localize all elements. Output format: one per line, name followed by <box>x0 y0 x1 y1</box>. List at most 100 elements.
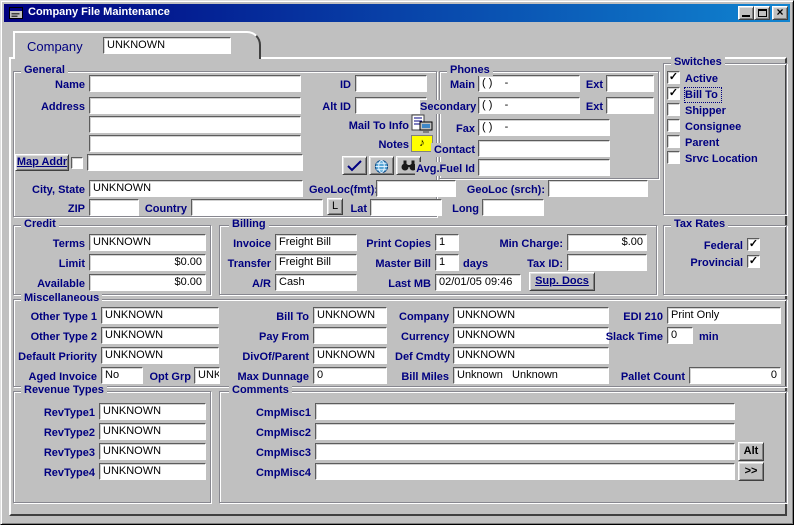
check-icon: ✓ <box>669 87 678 99</box>
currency-field[interactable]: UNKNOWN <box>453 327 609 344</box>
more-button[interactable]: >> <box>738 462 764 481</box>
invoice-field[interactable]: Freight Bill <box>275 234 357 251</box>
mail-to-info-label: Mail To Info <box>331 119 409 133</box>
maximize-icon <box>758 9 767 17</box>
geocode-button[interactable] <box>369 156 394 175</box>
revtype1-field[interactable]: UNKNOWN <box>99 403 206 420</box>
edi210-field[interactable]: Print Only <box>667 307 781 324</box>
opt-grp-field[interactable]: UNKNOWN <box>194 367 220 384</box>
switch-srvc-location-label: Srvc Location <box>685 152 781 166</box>
limit-label: Limit <box>41 257 85 271</box>
check-icon: ✓ <box>669 71 678 83</box>
contact-field[interactable] <box>478 140 610 157</box>
bill-miles-field[interactable]: Unknown Unknown <box>453 367 609 384</box>
geoloc-srch-field[interactable] <box>548 180 648 197</box>
zip-field[interactable] <box>89 199 139 216</box>
max-dunnage-field[interactable]: 0 <box>313 367 387 384</box>
switch-parent-checkbox[interactable] <box>667 135 680 148</box>
verify-button[interactable] <box>342 156 367 175</box>
slack-time-field[interactable]: 0 <box>667 327 693 344</box>
maximize-button[interactable] <box>754 6 770 20</box>
secondary-phone-field[interactable]: ( ) - <box>478 97 580 114</box>
company-tab-label: Company <box>27 39 83 54</box>
misc-bill-to-field[interactable]: UNKNOWN <box>313 307 387 324</box>
default-priority-label: Default Priority <box>15 350 97 364</box>
default-priority-field[interactable]: UNKNOWN <box>101 347 219 364</box>
cmpmisc1-field[interactable] <box>315 403 735 420</box>
aged-invoice-field[interactable]: No <box>101 367 143 384</box>
main-phone-field[interactable]: ( ) - <box>478 75 580 92</box>
pallet-count-field[interactable]: 0 <box>689 367 781 384</box>
billing-group-title: Billing <box>229 218 269 230</box>
cmpmisc4-field[interactable] <box>315 463 735 480</box>
l-button[interactable]: L <box>327 198 343 215</box>
map-addr-checkbox[interactable] <box>71 157 83 169</box>
print-copies-field[interactable]: 1 <box>435 234 459 251</box>
switch-srvc-location-checkbox[interactable] <box>667 151 680 164</box>
revtype3-field[interactable]: UNKNOWN <box>99 443 206 460</box>
secondary-ext-field[interactable] <box>606 97 654 114</box>
geoloc-fmt-field[interactable] <box>376 180 456 197</box>
cmpmisc2-field[interactable] <box>315 423 735 440</box>
switch-bill-to-checkbox[interactable]: ✓ <box>667 87 680 100</box>
minimize-button[interactable] <box>738 6 754 20</box>
fax-field[interactable]: ( ) - <box>478 119 610 136</box>
sup-docs-button[interactable]: Sup. Docs <box>529 272 595 291</box>
switch-active-checkbox[interactable]: ✓ <box>667 71 680 84</box>
avg-fuel-id-field[interactable] <box>478 159 610 176</box>
map-addr-button[interactable]: Map Addr <box>15 154 69 171</box>
pay-from-field[interactable] <box>313 327 387 344</box>
min-charge-field[interactable]: $.00 <box>567 234 647 251</box>
divof-parent-field[interactable]: UNKNOWN <box>313 347 387 364</box>
country-label: Country <box>141 202 187 216</box>
federal-checkbox[interactable]: ✓ <box>747 238 760 251</box>
provincial-checkbox[interactable]: ✓ <box>747 255 760 268</box>
notes-label: Notes <box>359 138 409 152</box>
address-field-2[interactable] <box>89 116 301 133</box>
lat-field[interactable] <box>370 199 442 216</box>
terms-field[interactable]: UNKNOWN <box>89 234 206 251</box>
title-bar[interactable]: Company File Maintenance × <box>4 4 790 22</box>
contact-label: Contact <box>431 143 475 157</box>
revtype2-field[interactable]: UNKNOWN <box>99 423 206 440</box>
city-state-field[interactable]: UNKNOWN <box>89 180 303 197</box>
other-type1-field[interactable]: UNKNOWN <box>101 307 219 324</box>
def-cmdty-field[interactable]: UNKNOWN <box>453 347 609 364</box>
invoice-label: Invoice <box>227 237 271 251</box>
revtype2-label: RevType2 <box>41 426 95 440</box>
tax-id-field[interactable] <box>567 254 647 271</box>
revtype3-label: RevType3 <box>41 446 95 460</box>
alt-id-label: Alt ID <box>311 100 351 114</box>
address-field-3[interactable] <box>89 135 301 152</box>
notes-icon[interactable]: ♪ <box>411 135 433 152</box>
cmpmisc3-field[interactable] <box>315 443 735 460</box>
other-type2-label: Other Type 2 <box>27 330 97 344</box>
available-field[interactable]: $0.00 <box>89 274 206 291</box>
misc-company-label: Company <box>399 310 449 324</box>
company-tab[interactable]: Company UNKNOWN <box>13 31 261 59</box>
transfer-field[interactable]: Freight Bill <box>275 254 357 271</box>
alt-id-field[interactable] <box>355 97 427 114</box>
main-ext-field[interactable] <box>606 75 654 92</box>
misc-company-field[interactable]: UNKNOWN <box>453 307 609 324</box>
address-field-1[interactable] <box>89 97 301 114</box>
last-mb-field[interactable]: 02/01/05 09:46 <box>435 274 521 291</box>
country-field[interactable] <box>191 199 323 216</box>
company-code-field[interactable]: UNKNOWN <box>103 37 231 54</box>
other-type2-field[interactable]: UNKNOWN <box>101 327 219 344</box>
alt-button[interactable]: Alt <box>738 442 764 461</box>
federal-label: Federal <box>695 239 743 253</box>
ar-field[interactable]: Cash <box>275 274 357 291</box>
name-field[interactable] <box>89 75 301 92</box>
master-bill-field[interactable]: 1 <box>435 254 459 271</box>
close-button[interactable]: × <box>772 6 788 20</box>
switch-shipper-checkbox[interactable] <box>667 103 680 116</box>
switch-consignee-checkbox[interactable] <box>667 119 680 132</box>
revtype4-field[interactable]: UNKNOWN <box>99 463 206 480</box>
tax-id-label: Tax ID: <box>519 257 563 271</box>
print-copies-label: Print Copies <box>359 237 431 251</box>
id-field[interactable] <box>355 75 427 92</box>
map-addr-field[interactable] <box>87 154 303 171</box>
long-field[interactable] <box>482 199 544 216</box>
limit-field[interactable]: $0.00 <box>89 254 206 271</box>
